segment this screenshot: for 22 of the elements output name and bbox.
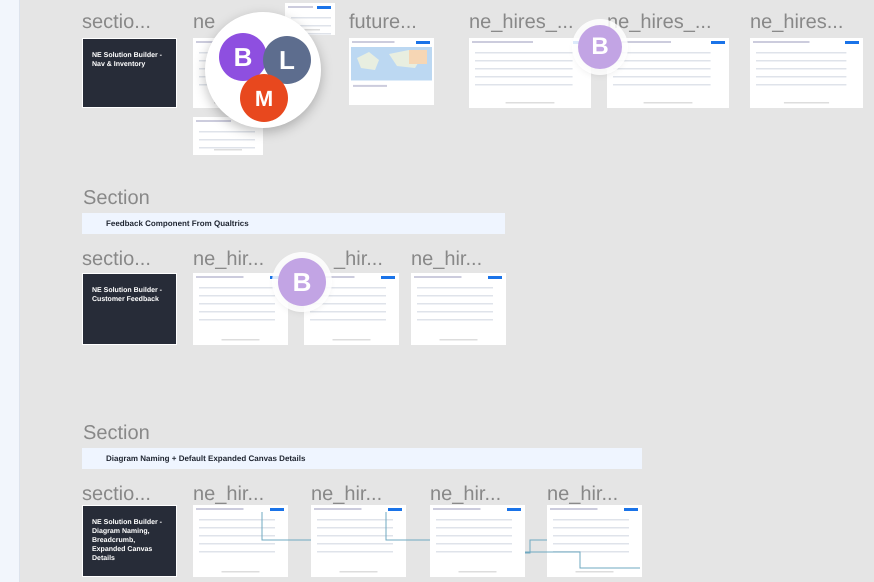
frame-label: ne_hir... xyxy=(411,249,482,269)
user-avatar: B xyxy=(278,258,326,306)
frame-label: ne_hir... xyxy=(193,484,264,504)
frame-label: sectio... xyxy=(82,484,151,504)
section-banner: Feedback Component From Qualtrics xyxy=(82,213,505,234)
section-title: Section xyxy=(83,188,150,208)
connector-line xyxy=(386,512,430,540)
frame-label: future... xyxy=(349,12,417,32)
frame-label: ne_hires... xyxy=(750,12,844,32)
section-title: Section xyxy=(83,423,150,443)
frame-label: ne_hir... xyxy=(430,484,502,504)
frame-label: ne_hir... xyxy=(311,484,382,504)
frame-label: sectio... xyxy=(82,12,151,32)
frame-label: ne_hir... xyxy=(547,484,618,504)
frame-label: ne xyxy=(193,12,216,32)
connector-line xyxy=(262,512,312,540)
section-banner: Diagram Naming + Default Expanded Canvas Details xyxy=(82,448,642,469)
frame-label: sectio... xyxy=(82,249,151,269)
frame-label: ne_hir... xyxy=(193,249,264,269)
frame-label: _hir... xyxy=(334,249,383,269)
screen-thumbnail xyxy=(193,117,263,155)
frame-label: ne_hires_... xyxy=(469,12,574,32)
